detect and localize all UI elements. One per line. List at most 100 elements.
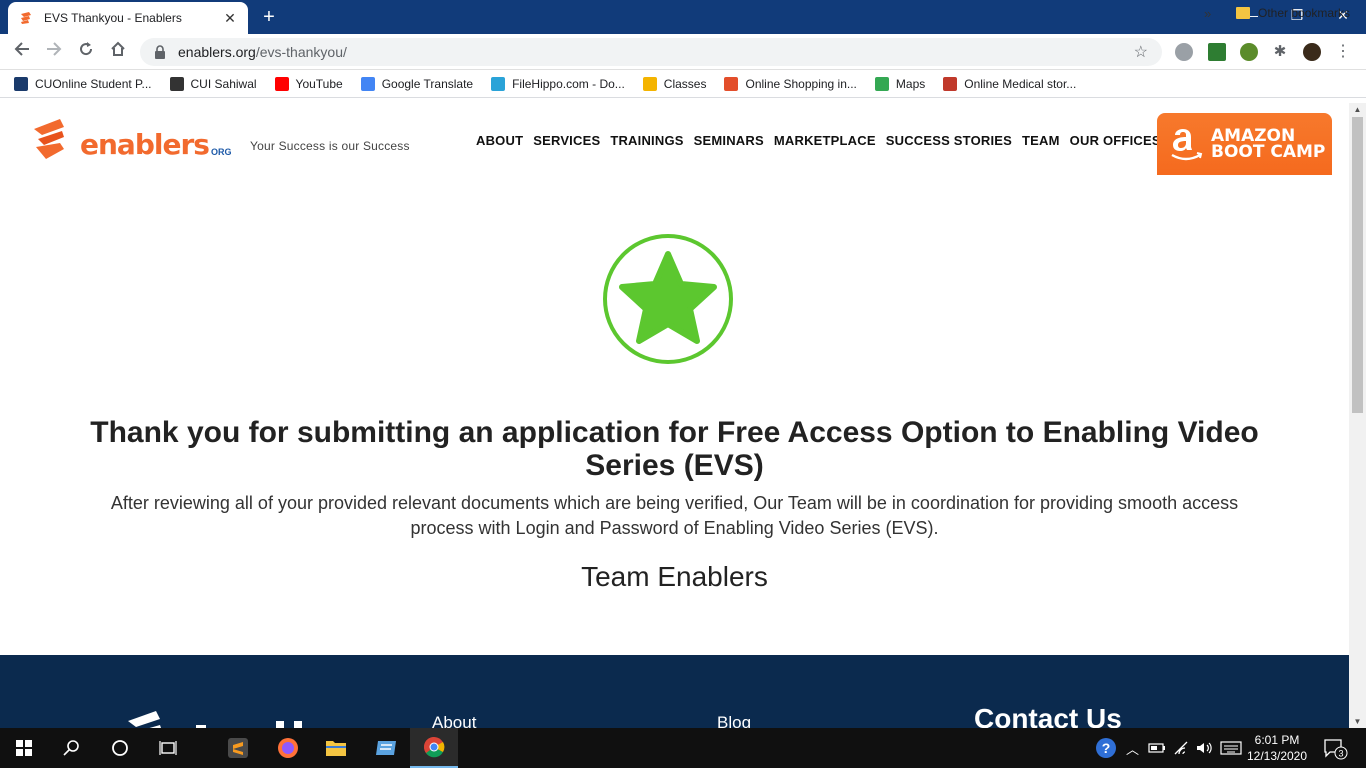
extension-icon-2[interactable] [1240, 43, 1258, 61]
bookmark-item[interactable]: Online Shopping in... [724, 76, 857, 91]
footer-about-link[interactable]: About [432, 713, 476, 728]
bookmark-item[interactable]: Google Translate [360, 76, 474, 91]
site-header: enablers ORG Your Success is our Success… [0, 103, 1349, 183]
bookmark-favicon-icon [724, 76, 739, 91]
bookmark-item[interactable]: Online Medical stor... [943, 76, 1077, 91]
nav-link-trainings[interactable]: TRAININGS [610, 133, 683, 148]
enablers-favicon-icon [18, 10, 34, 26]
nav-link-seminars[interactable]: SEMINARS [694, 133, 764, 148]
star-success-badge-icon [603, 234, 733, 364]
other-bookmarks-folder[interactable]: Other bookmarks [1236, 6, 1350, 20]
url-text: enablers.org/evs-thankyou/ [178, 44, 347, 60]
nav-link-team[interactable]: TEAM [1022, 133, 1060, 148]
main-navigation: ABOUT SERVICES TRAININGS SEMINARS MARKETPLAC… [476, 133, 1171, 148]
bookmark-item[interactable]: FileHippo.com - Do... [491, 76, 625, 91]
nav-link-marketplace[interactable]: MARKETPLACE [774, 133, 876, 148]
bookmarks-bar: CUOnline Student P... CUI Sahiwal YouTube G… [0, 70, 1366, 98]
site-footer: About Blog Contact Us [0, 655, 1349, 728]
bookmark-favicon-icon [274, 76, 289, 91]
sublime-text-icon[interactable] [214, 728, 262, 768]
bookmark-label: Online Medical stor... [964, 76, 1077, 91]
lock-icon [154, 45, 166, 59]
bookmark-item[interactable]: Maps [874, 76, 926, 91]
forward-icon[interactable] [42, 40, 66, 64]
bookmark-item[interactable]: YouTube [274, 76, 343, 91]
bookmark-item[interactable]: Classes [642, 76, 707, 91]
globe-extension-icon[interactable] [1175, 43, 1193, 61]
team-signature: Team Enablers [581, 561, 768, 592]
firefox-icon[interactable] [264, 728, 312, 768]
amazon-logo-icon [1171, 129, 1203, 161]
nav-link-success-stories[interactable]: SUCCESS STORIES [886, 133, 1012, 148]
windows-start-icon[interactable] [0, 728, 48, 768]
folder-icon [1236, 7, 1250, 19]
bookmark-label: CUOnline Student P... [35, 76, 152, 91]
scroll-down-arrow-icon[interactable]: ▼ [1353, 717, 1362, 726]
nav-link-our-offices[interactable]: OUR OFFICES [1070, 133, 1161, 148]
svg-text:?: ? [1102, 740, 1111, 756]
scroll-up-arrow-icon[interactable]: ▲ [1353, 105, 1362, 114]
back-icon[interactable] [10, 40, 34, 64]
address-bar[interactable]: enablers.org/evs-thankyou/ ☆ [140, 38, 1162, 66]
bookmark-label: Google Translate [381, 76, 474, 91]
bookmark-favicon-icon [874, 76, 889, 91]
footer-contact-heading: Contact Us [974, 703, 1122, 728]
nav-link-about[interactable]: ABOUT [476, 133, 523, 148]
wifi-icon[interactable] [1174, 728, 1192, 768]
profile-avatar[interactable] [1303, 43, 1321, 61]
bookmarks-overflow-button[interactable]: » [1204, 6, 1211, 21]
bookmark-favicon-icon [491, 76, 506, 91]
system-clock[interactable]: 6:01 PM 12/13/2020 [1244, 732, 1310, 764]
enablers-logo[interactable]: enablers ORG [30, 115, 231, 161]
help-icon[interactable]: ? [1094, 728, 1118, 768]
reload-icon[interactable] [74, 40, 98, 64]
bookmark-label: CUI Sahiwal [190, 76, 257, 91]
bookmark-item[interactable]: CUOnline Student P... [14, 76, 152, 91]
bookmark-label: YouTube [295, 76, 343, 91]
footer-blog-link[interactable]: Blog [717, 713, 751, 728]
amazon-boot-camp-button[interactable]: AMAZON BOOT CAMP [1157, 113, 1332, 175]
page-scrollbar[interactable]: ▲ ▼ [1349, 103, 1366, 728]
chrome-icon[interactable] [410, 728, 458, 768]
nav-link-services[interactable]: SERVICES [533, 133, 600, 148]
enablers-logo-icon [34, 119, 64, 159]
bookmark-favicon-icon [360, 76, 375, 91]
logo-wordmark: enablers [80, 128, 210, 161]
app-window-icon[interactable] [362, 728, 410, 768]
tab-close-icon[interactable]: ✕ [222, 10, 238, 27]
show-hidden-icons-chevron-icon[interactable]: ︿ [1126, 728, 1139, 768]
thank-you-message: After reviewing all of your provided rel… [110, 493, 1239, 538]
keyboard-icon[interactable] [1220, 728, 1242, 768]
puzzle-extensions-icon[interactable]: ✱ [1271, 43, 1289, 61]
tab-title: EVS Thankyou - Enablers [44, 11, 182, 25]
windows-taskbar: ? ︿ 6:01 PM 12/13/2020 3 [0, 728, 1366, 768]
bookmark-label: Online Shopping in... [745, 76, 857, 91]
other-bookmarks-label: Other bookmarks [1258, 6, 1351, 20]
bookmark-label: FileHippo.com - Do... [512, 76, 625, 91]
logo-suffix: ORG [210, 147, 232, 157]
volume-icon[interactable] [1196, 728, 1214, 768]
cortana-icon[interactable] [96, 728, 144, 768]
browser-tab[interactable]: EVS Thankyou - Enablers ✕ [8, 2, 248, 34]
bookmark-label: Maps [895, 76, 926, 91]
bookmark-favicon-icon [642, 76, 657, 91]
home-icon[interactable] [106, 40, 130, 64]
extension-icon[interactable] [1208, 43, 1226, 61]
search-icon[interactable] [48, 728, 96, 768]
bookmark-item[interactable]: CUI Sahiwal [169, 76, 257, 91]
browser-tab-strip: EVS Thankyou - Enablers ✕ + — ❐ ✕ [0, 0, 1366, 34]
menu-kebab-icon[interactable]: ⋮ [1334, 43, 1352, 61]
new-tab-button[interactable]: + [258, 6, 280, 28]
bookmark-label: Classes [663, 76, 707, 91]
bookmark-favicon-icon [14, 76, 28, 91]
svg-text:3: 3 [1338, 749, 1343, 759]
task-view-icon[interactable] [144, 728, 192, 768]
amazon-boot-camp-label: AMAZON BOOT CAMP [1211, 126, 1326, 162]
bookmark-favicon-icon [943, 76, 958, 91]
scrollbar-thumb[interactable] [1352, 117, 1363, 413]
browser-toolbar: enablers.org/evs-thankyou/ ☆ ✱ ⋮ [0, 34, 1366, 70]
bookmark-star-icon[interactable]: ☆ [1134, 42, 1148, 62]
battery-icon[interactable] [1148, 728, 1166, 768]
file-explorer-icon[interactable] [312, 728, 360, 768]
notifications-icon[interactable]: 3 [1322, 728, 1348, 768]
